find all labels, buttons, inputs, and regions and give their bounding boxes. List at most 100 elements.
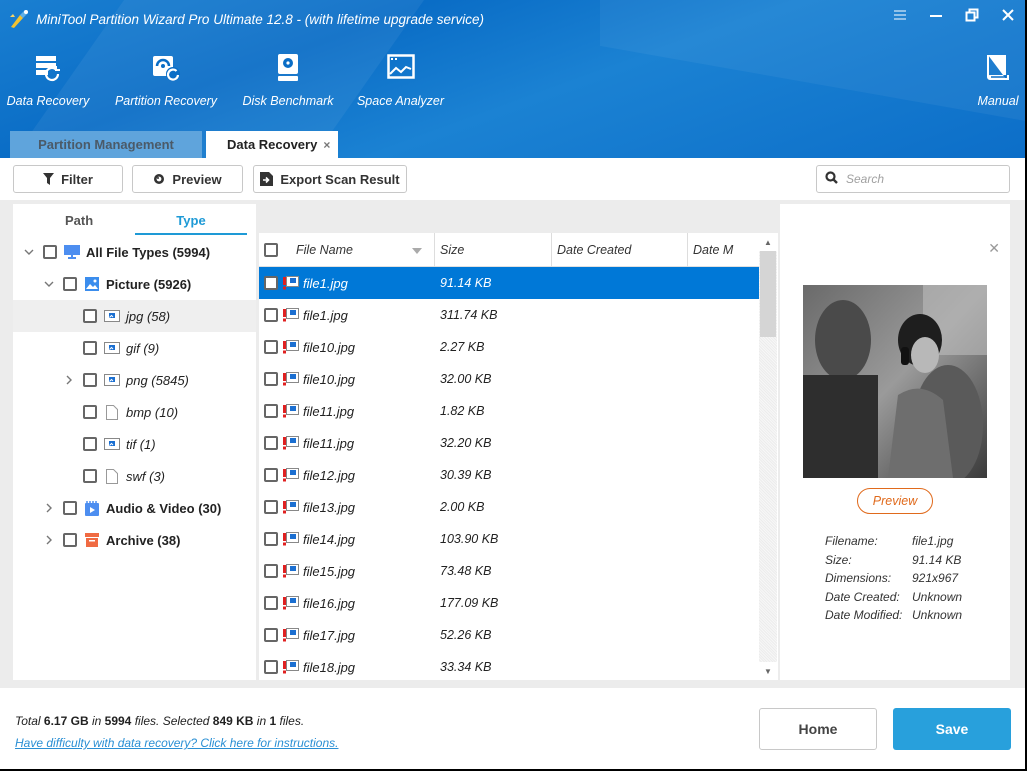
file-size: 311.74 KB (440, 308, 498, 322)
ribbon-disk-benchmark[interactable]: Disk Benchmark (243, 50, 334, 108)
tree-checkbox[interactable] (83, 437, 97, 451)
file-row[interactable]: file16.jpg 177.09 KB (259, 587, 759, 619)
file-checkbox[interactable] (264, 532, 278, 546)
column-size[interactable]: Size (435, 233, 552, 267)
ribbon-space-analyzer[interactable]: Space Analyzer (357, 50, 444, 108)
file-row[interactable]: file18.jpg 33.34 KB (259, 651, 759, 683)
file-name: file10.jpg (303, 339, 356, 355)
file-checkbox[interactable] (264, 468, 278, 482)
column-label: Size (440, 243, 465, 257)
info-value: file1.jpg (912, 534, 954, 549)
file-checkbox[interactable] (264, 564, 278, 578)
file-checkbox[interactable] (264, 372, 278, 386)
tab-type[interactable]: Type (135, 213, 247, 235)
tree-node[interactable]: Archive (38) (13, 524, 256, 556)
file-row[interactable]: file12.jpg 30.39 KB (259, 459, 759, 491)
tree-checkbox[interactable] (83, 341, 97, 355)
tree-checkbox[interactable] (43, 245, 57, 259)
tree-node-label: tif (1) (126, 436, 156, 452)
chevron-right-icon[interactable] (63, 374, 75, 386)
tab-data-recovery[interactable]: Data Recovery × (206, 131, 338, 158)
scroll-up-icon[interactable]: ▲ (759, 233, 777, 251)
select-all-checkbox[interactable] (264, 243, 278, 257)
file-checkbox[interactable] (264, 276, 278, 290)
tree-checkbox[interactable] (83, 309, 97, 323)
file-name: file17.jpg (303, 627, 356, 643)
tree-node[interactable]: Picture (5926) (13, 268, 256, 300)
file-size: 103.90 KB (440, 532, 499, 546)
tree-node[interactable]: bmp (10) (13, 396, 256, 428)
file-checkbox[interactable] (264, 628, 278, 642)
home-button[interactable]: Home (759, 708, 877, 750)
file-checkbox[interactable] (264, 500, 278, 514)
file-checkbox[interactable] (264, 308, 278, 322)
filter-icon (43, 173, 55, 185)
column-date-modified[interactable]: Date M (688, 233, 759, 267)
tree-node[interactable]: Audio & Video (30) (13, 492, 256, 524)
tree-checkbox[interactable] (63, 501, 77, 515)
minimize-icon[interactable] (929, 8, 943, 22)
tree-node[interactable]: All File Types (5994) (13, 236, 256, 268)
file-row[interactable]: file10.jpg 2.27 KB (259, 331, 759, 363)
preview-button[interactable]: Preview (132, 165, 243, 193)
tab-label: Data Recovery (227, 137, 318, 152)
file-row[interactable]: file10.jpg 32.00 KB (259, 363, 759, 395)
file-checkbox[interactable] (264, 660, 278, 674)
panel-tabs: Path Type (13, 204, 256, 238)
column-file-name[interactable]: File Name (259, 233, 435, 267)
file-row[interactable]: file11.jpg 1.82 KB (259, 395, 759, 427)
close-preview-icon[interactable]: ✕ (988, 240, 1000, 257)
file-checkbox[interactable] (264, 436, 278, 450)
image-file-icon (104, 309, 120, 323)
chevron-right-icon[interactable] (43, 502, 55, 514)
vertical-scrollbar[interactable]: ▲ ▼ (759, 233, 777, 680)
search-input[interactable] (846, 172, 996, 186)
tree-node[interactable]: gif (9) (13, 332, 256, 364)
search-box[interactable] (816, 165, 1010, 193)
tree-checkbox[interactable] (63, 533, 77, 547)
ribbon-data-recovery[interactable]: Data Recovery (7, 50, 89, 108)
tree-node[interactable]: png (5845) (13, 364, 256, 396)
preview-file-button[interactable]: Preview (857, 488, 933, 514)
chevron-down-icon[interactable] (23, 246, 35, 258)
restore-icon[interactable] (965, 8, 979, 22)
ribbon-partition-recovery[interactable]: Partition Recovery (115, 50, 217, 108)
info-key: Dimensions: (825, 571, 892, 586)
blank-file-icon (104, 404, 120, 420)
file-row[interactable]: file15.jpg 73.48 KB (259, 555, 759, 587)
file-checkbox[interactable] (264, 596, 278, 610)
file-checkbox[interactable] (264, 340, 278, 354)
tree-checkbox[interactable] (83, 405, 97, 419)
file-row[interactable]: file17.jpg 52.26 KB (259, 619, 759, 651)
ribbon-label: Data Recovery (6, 94, 90, 108)
help-link[interactable]: Have difficulty with data recovery? Clic… (15, 736, 338, 750)
file-row[interactable]: file1.jpg 311.74 KB (259, 299, 759, 331)
tree-node[interactable]: swf (3) (13, 460, 256, 492)
tree-node[interactable]: tif (1) (13, 428, 256, 460)
tab-partition-management[interactable]: Partition Management (10, 131, 202, 158)
tree-node[interactable]: jpg (58) (13, 300, 256, 332)
tree-checkbox[interactable] (83, 373, 97, 387)
ribbon-manual[interactable]: Manual (975, 50, 1021, 108)
chevron-right-icon[interactable] (43, 534, 55, 546)
file-row[interactable]: file13.jpg 2.00 KB (259, 491, 759, 523)
file-checkbox[interactable] (264, 404, 278, 418)
close-icon[interactable] (1001, 8, 1015, 22)
menu-icon[interactable] (893, 8, 907, 22)
tree-checkbox[interactable] (83, 469, 97, 483)
save-button[interactable]: Save (893, 708, 1011, 750)
file-row[interactable]: file14.jpg 103.90 KB (259, 523, 759, 555)
column-date-created[interactable]: Date Created (552, 233, 688, 267)
deleted-image-file-icon (283, 564, 299, 578)
tab-path[interactable]: Path (65, 213, 93, 228)
scroll-thumb[interactable] (760, 251, 776, 337)
chevron-down-icon[interactable] (43, 278, 55, 290)
file-name: file11.jpg (303, 435, 355, 451)
filter-button[interactable]: Filter (13, 165, 123, 193)
file-row[interactable]: file1.jpg 91.14 KB (259, 267, 759, 299)
tab-close-icon[interactable]: × (323, 138, 330, 152)
scroll-down-icon[interactable]: ▼ (759, 662, 777, 680)
file-row[interactable]: file11.jpg 32.20 KB (259, 427, 759, 459)
export-scan-result-button[interactable]: Export Scan Result (253, 165, 407, 193)
tree-checkbox[interactable] (63, 277, 77, 291)
